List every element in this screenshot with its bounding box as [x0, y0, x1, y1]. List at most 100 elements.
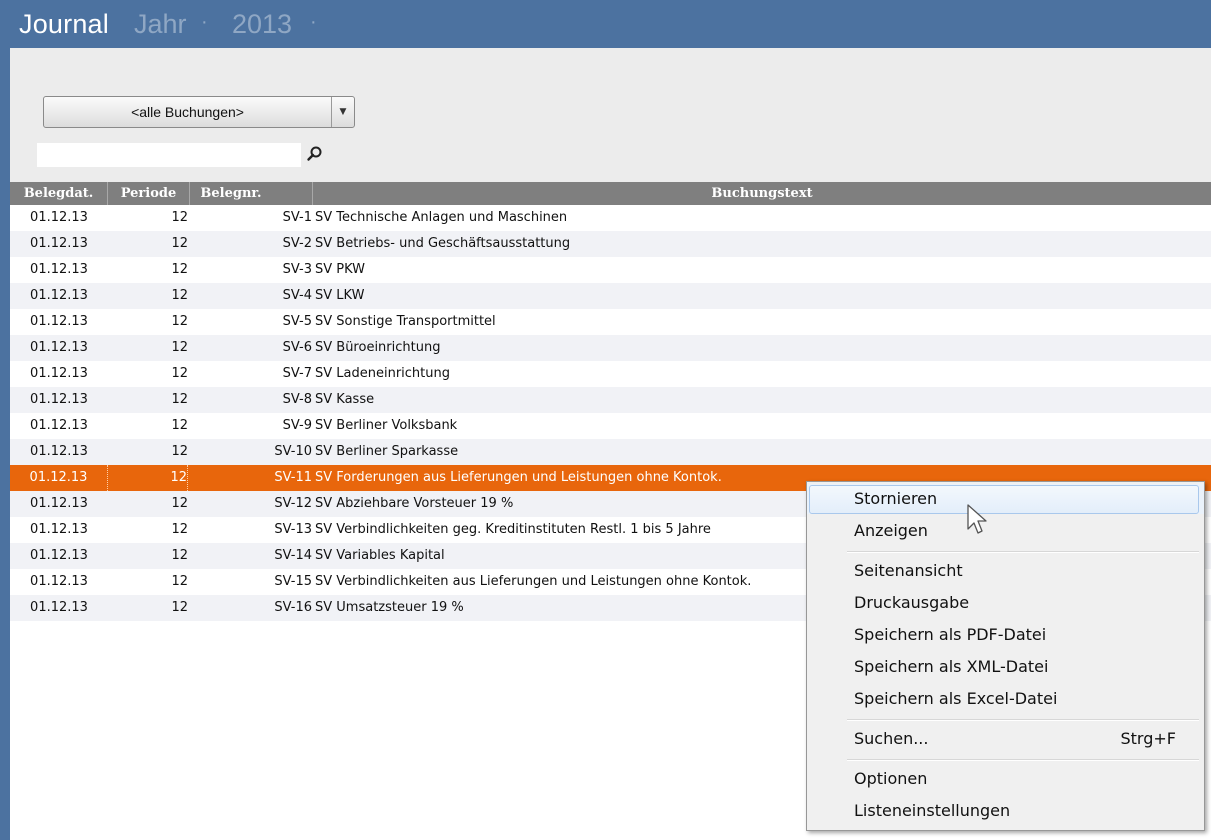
menu-item-label: Listeneinstellungen: [854, 801, 1011, 820]
cell-periode: 12: [171, 210, 188, 225]
cell-belegdat: 01.12.13: [30, 522, 88, 537]
cell-belegnr: SV-10: [274, 444, 312, 459]
cell-belegdat: 01.12.13: [30, 210, 88, 225]
cell-belegdat: 01.12.13: [30, 548, 88, 563]
cell-belegdat: 01.12.13: [30, 418, 88, 433]
cell-belegdat: 01.12.13: [30, 496, 88, 511]
mouse-cursor-icon: [967, 504, 987, 534]
table-row[interactable]: 01.12.13 12 SV-2 SV Betriebs- und Geschäfts…: [10, 231, 1211, 257]
column-header-belegdat[interactable]: Belegdat.: [10, 182, 108, 205]
window-title: Journal: [19, 9, 109, 39]
cell-belegdat: 01.12.13: [30, 288, 88, 303]
year-selector[interactable]: 2013: [232, 9, 292, 40]
cell-periode: 12: [171, 340, 188, 355]
cell-buchungstext: SV Ladeneinrichtung: [315, 366, 450, 381]
menu-item-label: Speichern als PDF-Datei: [854, 625, 1047, 644]
cell-periode: 12: [171, 366, 188, 381]
period-selector-label[interactable]: Jahr: [134, 9, 187, 40]
menu-item-anzeigen[interactable]: Anzeigen: [807, 516, 1204, 546]
chevron-down-icon[interactable]: ▼: [331, 97, 354, 127]
cell-belegnr: SV-2: [282, 236, 312, 251]
table-row[interactable]: 01.12.13 12 SV-4 SV LKW: [10, 283, 1211, 309]
cell-buchungstext: SV Berliner Volksbank: [315, 418, 458, 433]
table-row[interactable]: 01.12.13 12 SV-10 SV Berliner Sparkasse: [10, 439, 1211, 465]
cell-belegnr: SV-1: [282, 210, 312, 225]
cell-buchungstext: SV Büroeinrichtung: [315, 340, 441, 355]
cell-periode: 12: [171, 522, 188, 537]
cell-periode: 12: [171, 444, 188, 459]
menu-item-label: Speichern als XML-Datei: [854, 657, 1049, 676]
cell-belegdat: 01.12.13: [30, 574, 88, 589]
cell-belegnr: SV-14: [274, 548, 312, 563]
cell-belegdat: 01.12.13: [30, 262, 88, 277]
menu-item-seitenansicht[interactable]: Seitenansicht: [807, 556, 1204, 586]
cell-buchungstext: SV Sonstige Transportmittel: [315, 314, 496, 329]
table-row[interactable]: 01.12.13 12 SV-9 SV Berliner Volksbank: [10, 413, 1211, 439]
menu-item-optionen[interactable]: Optionen: [807, 764, 1204, 794]
table-row[interactable]: 01.12.13 12 SV-7 SV Ladeneinrichtung: [10, 361, 1211, 387]
column-header-buchungstext[interactable]: Buchungstext: [313, 182, 1211, 205]
menu-item-speichern-als-excel-datei[interactable]: Speichern als Excel-Datei: [807, 684, 1204, 714]
menu-item-speichern-als-xml-datei[interactable]: Speichern als XML-Datei: [807, 652, 1204, 682]
period-separator: ·: [201, 11, 208, 33]
menu-item-label: Stornieren: [854, 489, 938, 508]
table-row[interactable]: 01.12.13 12 SV-1 SV Technische Anlagen und …: [10, 205, 1211, 231]
cell-buchungstext: SV Betriebs- und Geschäftsausstattung: [315, 236, 571, 251]
cell-belegnr: SV-8: [282, 392, 312, 407]
cell-belegnr: SV-9: [282, 418, 312, 433]
cell-buchungstext: SV PKW: [315, 262, 366, 277]
column-header-belegnr[interactable]: Belegnr.: [190, 182, 313, 205]
table-row[interactable]: 01.12.13 12 SV-5 SV Sonstige Transportmitte…: [10, 309, 1211, 335]
cell-belegdat: 01.12.13: [30, 340, 88, 355]
cell-belegnr: SV-6: [282, 340, 312, 355]
cell-buchungstext: SV Technische Anlagen und Maschinen: [315, 210, 568, 225]
cell-belegdat: 01.12.13: [30, 600, 88, 615]
filter-toolbar: <alle Buchungen> ▼: [10, 48, 1211, 182]
booking-filter-value: <alle Buchungen>: [131, 104, 244, 120]
cell-periode: 12: [171, 262, 188, 277]
menu-item-listeneinstellungen[interactable]: Listeneinstellungen: [807, 796, 1204, 826]
cell-belegdat: 01.12.13: [10, 465, 108, 491]
table-row[interactable]: 01.12.13 12 SV-3 SV PKW: [10, 257, 1211, 283]
cell-belegdat: 01.12.13: [30, 366, 88, 381]
menu-item-label: Druckausgabe: [854, 593, 970, 612]
cell-belegnr: SV-15: [274, 574, 312, 589]
table-row[interactable]: 01.12.13 12 SV-8 SV Kasse: [10, 387, 1211, 413]
cell-periode: 12: [171, 574, 188, 589]
menu-separator: [847, 719, 1199, 721]
cell-belegdat: 01.12.13: [30, 314, 88, 329]
cell-periode: 12: [171, 496, 188, 511]
cell-belegnr: SV-4: [282, 288, 312, 303]
menu-separator: [847, 759, 1199, 761]
context-menu: Stornieren Anzeigen Seitenansicht Druckausg…: [806, 481, 1205, 831]
search-icon[interactable]: [306, 145, 324, 163]
cell-periode: 12: [171, 236, 188, 251]
table-header: Belegdat. Periode Belegnr. Buchungstext: [10, 182, 1211, 205]
menu-item-shortcut: Strg+F: [1120, 729, 1177, 748]
menu-item-stornieren[interactable]: Stornieren: [807, 484, 1204, 514]
cell-belegnr: SV-7: [282, 366, 312, 381]
menu-item-label: Optionen: [854, 769, 928, 788]
cell-periode: 12: [171, 418, 188, 433]
cell-belegnr: SV-11: [274, 470, 312, 485]
search-input[interactable]: [37, 143, 301, 167]
cell-periode: 12: [171, 314, 188, 329]
cell-buchungstext: SV LKW: [315, 288, 365, 303]
menu-item-suchen[interactable]: Suchen... Strg+F: [807, 724, 1204, 754]
title-bar: Journal Jahr · 2013 ·: [0, 0, 1211, 48]
menu-item-speichern-als-pdf-datei[interactable]: Speichern als PDF-Datei: [807, 620, 1204, 650]
cell-periode: 12: [171, 392, 188, 407]
column-header-periode[interactable]: Periode: [108, 182, 190, 205]
cell-belegnr: SV-3: [282, 262, 312, 277]
booking-filter-dropdown[interactable]: <alle Buchungen> ▼: [43, 96, 355, 128]
cell-belegnr: SV-5: [282, 314, 312, 329]
cell-belegdat: 01.12.13: [30, 236, 88, 251]
menu-item-label: Speichern als Excel-Datei: [854, 689, 1058, 708]
menu-item-druckausgabe[interactable]: Druckausgabe: [807, 588, 1204, 618]
cell-belegdat: 01.12.13: [30, 392, 88, 407]
table-row[interactable]: 01.12.13 12 SV-6 SV Büroeinrichtung: [10, 335, 1211, 361]
cell-buchungstext: SV Berliner Sparkasse: [315, 444, 459, 459]
cell-belegnr: SV-16: [274, 600, 312, 615]
cell-periode: 12: [108, 465, 188, 491]
cell-periode: 12: [171, 600, 188, 615]
